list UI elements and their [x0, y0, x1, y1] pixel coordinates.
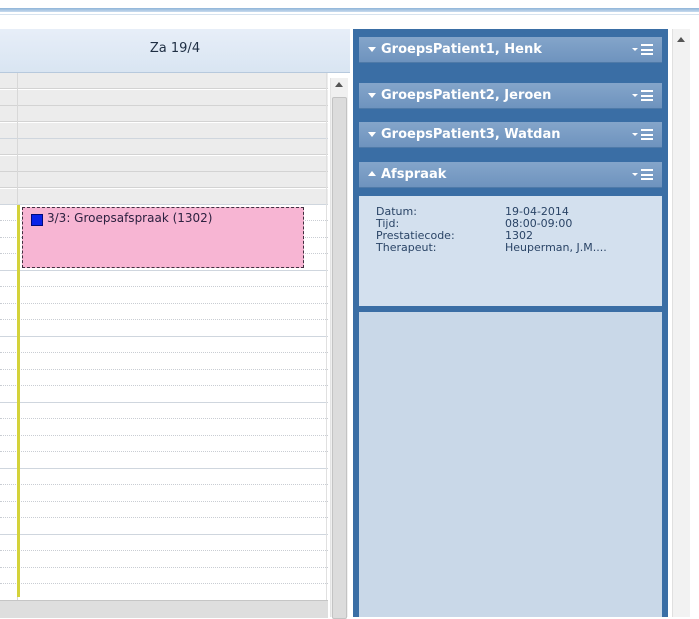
- group-patient-name: GroepsPatient1, Henk: [381, 42, 542, 57]
- time-slot-row[interactable]: [0, 271, 328, 287]
- group-afspraak-title: Afspraak: [381, 167, 447, 182]
- dropdown-menu-icon[interactable]: [632, 43, 654, 57]
- day-header-label: Za 19/4: [149, 41, 201, 56]
- time-slot-row[interactable]: [0, 139, 328, 155]
- time-slot-row[interactable]: [0, 122, 328, 139]
- time-slot-row[interactable]: [0, 502, 328, 518]
- calendar-scrollbar[interactable]: [330, 78, 348, 619]
- time-slot-row[interactable]: [0, 552, 328, 568]
- group-afspraak[interactable]: Afspraak: [359, 162, 662, 188]
- panel-empty-area: [359, 312, 662, 617]
- appointment-block[interactable]: 3/3: Groepsafspraak (1302): [22, 207, 304, 268]
- appointment-label: 3/3: Groepsafspraak (1302): [47, 211, 213, 225]
- time-slot-row[interactable]: [0, 321, 328, 337]
- calendar-day-header[interactable]: Za 19/4: [0, 29, 350, 73]
- appointment-status-icon: [31, 214, 43, 226]
- grid-right-edge: [326, 73, 327, 601]
- time-slot-row[interactable]: [0, 403, 328, 419]
- time-slot-row[interactable]: [0, 188, 328, 205]
- time-slot-row[interactable]: [0, 519, 328, 535]
- panel-divider: [359, 308, 662, 312]
- time-slot-row[interactable]: [0, 73, 328, 89]
- scrollbar-thumb[interactable]: [332, 97, 347, 619]
- time-slot-row[interactable]: [0, 436, 328, 452]
- time-slot-row[interactable]: [0, 106, 328, 122]
- time-slot-row[interactable]: [0, 420, 328, 436]
- time-slot-row[interactable]: [0, 89, 328, 106]
- group-patient-1[interactable]: GroepsPatient1, Henk: [359, 37, 662, 63]
- collapse-triangle-icon[interactable]: [368, 93, 376, 98]
- time-slot-row[interactable]: [0, 469, 328, 485]
- scroll-up-arrow-icon[interactable]: [677, 37, 685, 42]
- dropdown-menu-icon[interactable]: [632, 128, 654, 142]
- time-gutter: [0, 73, 17, 601]
- top-bar: [0, 0, 699, 28]
- time-slot-row[interactable]: [0, 453, 328, 469]
- time-slot-row[interactable]: [0, 172, 328, 188]
- group-patient-2[interactable]: GroepsPatient2, Jeroen: [359, 83, 662, 109]
- time-slot-row[interactable]: [0, 568, 328, 584]
- time-slot-row[interactable]: [0, 288, 328, 304]
- detail-value-therapeut: Heuperman, J.M....: [505, 241, 607, 254]
- time-slot-row[interactable]: [0, 585, 328, 601]
- time-slot-row[interactable]: [0, 486, 328, 502]
- appointment-details: Datum: 19-04-2014 Tijd: 08:00-09:00 Pres…: [359, 196, 662, 306]
- time-slot-row[interactable]: [0, 354, 328, 370]
- panel-scrollbar[interactable]: [672, 29, 690, 617]
- collapse-triangle-icon[interactable]: [368, 132, 376, 137]
- collapse-triangle-icon[interactable]: [368, 47, 376, 52]
- patient-details-panel: GroepsPatient1, Henk GroepsPatient2, Jer…: [353, 29, 668, 617]
- dropdown-menu-icon[interactable]: [632, 168, 654, 182]
- time-slot-row[interactable]: [0, 304, 328, 320]
- time-slot-row[interactable]: [0, 337, 328, 353]
- group-patient-3[interactable]: GroepsPatient3, Watdan: [359, 122, 662, 148]
- calendar-footer-strip: [0, 600, 328, 618]
- group-patient-name: GroepsPatient2, Jeroen: [381, 88, 552, 103]
- time-slot-row[interactable]: [0, 370, 328, 386]
- dropdown-menu-icon[interactable]: [632, 89, 654, 103]
- availability-bar: [17, 205, 20, 597]
- time-slot-row[interactable]: [0, 387, 328, 403]
- time-slot-row[interactable]: [0, 535, 328, 551]
- detail-label-therapeut: Therapeut:: [376, 241, 437, 254]
- calendar-grid[interactable]: [0, 73, 328, 601]
- group-patient-name: GroepsPatient3, Watdan: [381, 127, 561, 142]
- top-separator: [0, 8, 699, 12]
- top-separator-shadow: [0, 14, 699, 15]
- expand-triangle-icon[interactable]: [368, 171, 376, 176]
- time-slot-row[interactable]: [0, 155, 328, 172]
- scroll-up-arrow-icon[interactable]: [335, 82, 343, 87]
